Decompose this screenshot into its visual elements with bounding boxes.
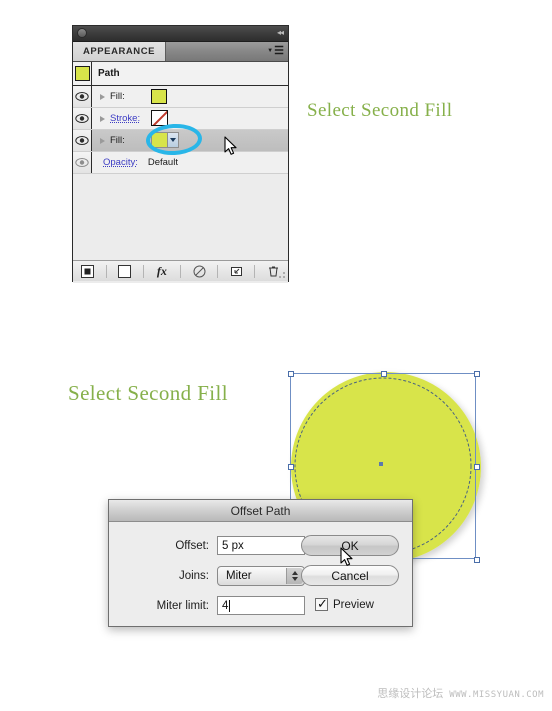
toolbar-divider [105,264,107,278]
screenshot-canvas: ◂◂ APPEARANCE ▼ ☰ Path Fill: Stroke: Fil… [0,0,552,711]
joins-field-row: Joins: Miter [139,566,305,586]
selection-handle-top-left[interactable] [287,370,294,377]
miter-limit-input[interactable]: 4 [217,596,305,615]
add-new-effect-button[interactable]: fx [151,263,173,279]
resize-grip-icon[interactable] [279,272,286,279]
offset-input[interactable]: 5 px [217,536,305,555]
duplicate-item-button[interactable] [225,263,247,279]
clear-appearance-button[interactable] [188,263,210,279]
dialog-title-label: Offset Path [230,503,291,518]
appearance-row-stroke[interactable]: Stroke: [73,108,288,130]
watermark-en: WWW.MISSYUAN.COM [449,690,544,700]
add-new-stroke-button[interactable] [77,263,99,279]
dialog-titlebar[interactable]: Offset Path [109,500,412,522]
eye-icon [75,136,89,146]
visibility-toggle-opacity[interactable] [73,152,92,173]
selection-handle-middle-right[interactable] [473,463,480,470]
stroke-none-swatch[interactable] [151,110,168,126]
preview-label: Preview [333,598,374,611]
watermark-cn: 思缘设计论坛 [377,687,444,700]
selection-handle-middle-left[interactable] [287,463,294,470]
visibility-toggle-fill-1[interactable] [73,86,92,107]
panel-footer-toolbar: fx [73,260,288,281]
path-label: Path [98,68,120,79]
chevron-down-icon [292,577,298,581]
path-thumbnail [74,66,90,81]
watermark: 思缘设计论坛 WWW.MISSYUAN.COM [377,685,544,701]
visibility-toggle-fill-2[interactable] [73,130,92,151]
panel-body: Path Fill: Stroke: Fill: Opacity: Defaul… [73,62,288,283]
offset-input-value: 5 px [222,539,244,552]
appearance-row-opacity[interactable]: Opacity: Default [73,152,288,174]
opacity-value: Default [147,157,178,168]
none-slash-icon [152,111,167,125]
offset-label: Offset: [175,539,209,552]
miter-limit-input-value: 4 [222,599,229,612]
collapse-arrows-icon[interactable]: ◂◂ [277,29,284,37]
offset-field-row: Offset: 5 px [139,536,305,555]
tab-appearance-label: APPEARANCE [83,46,156,57]
joins-label: Joins: [178,570,209,582]
fill-2-color-swatch [152,133,167,147]
shape-center-point [379,462,383,466]
selection-handle-bottom-right[interactable] [473,556,480,563]
offset-path-dialog: Offset Path Offset: 5 px Joins: Miter Mi… [108,499,413,627]
panel-titlebar[interactable]: ◂◂ [73,26,288,42]
add-new-fill-button[interactable] [114,263,136,279]
eye-icon [75,114,89,124]
appearance-header-row[interactable]: Path [73,62,288,86]
appearance-row-fill-2[interactable]: Fill: [73,130,288,152]
toolbar-divider [217,264,219,278]
toolbar-divider [179,264,181,278]
cancel-button-label: Cancel [331,568,369,583]
selection-handle-top-center[interactable] [380,370,387,377]
panel-tab-row: APPEARANCE ▼ ☰ [73,42,288,62]
dialog-body: Offset: 5 px Joins: Miter Miter limit: 4… [109,522,412,627]
ok-button-label: OK [341,538,359,553]
selection-handle-top-right[interactable] [473,370,480,377]
chevron-up-icon [292,571,298,575]
fill-2-dropdown-button[interactable] [167,133,178,147]
ok-button[interactable]: OK [301,535,399,556]
appearance-panel: ◂◂ APPEARANCE ▼ ☰ Path Fill: Stroke: Fil… [72,25,289,283]
tab-appearance[interactable]: APPEARANCE [73,42,167,61]
annotation-text-bottom: Select Second Fill [68,381,229,405]
fill-2-color-dropdown[interactable] [151,132,179,148]
joins-select[interactable]: Miter [217,566,305,586]
opacity-label[interactable]: Opacity: [103,157,138,168]
visibility-toggle-stroke[interactable] [73,108,92,129]
panel-empty-area [73,174,288,254]
panel-menu-triangle-icon: ▼ [267,48,274,54]
panel-menu-icon[interactable]: ▼ ☰ [267,45,284,57]
toolbar-divider [254,264,256,278]
preview-checkbox[interactable]: ✓ [315,596,328,611]
fill-1-color-swatch[interactable] [151,89,167,104]
panel-dot-icon [77,28,87,38]
eye-icon [75,92,89,102]
preview-checkbox-row[interactable]: ✓ Preview [315,596,374,611]
disclosure-triangle-icon[interactable] [100,115,105,122]
panel-menu-bars-icon: ☰ [274,45,284,57]
stroke-label[interactable]: Stroke: [110,113,140,124]
disclosure-triangle-icon[interactable] [100,137,105,144]
annotation-text-top: Select Second Fill [307,100,453,121]
chevron-down-icon [170,138,176,142]
cancel-button[interactable]: Cancel [301,565,399,586]
fill-2-label: Fill: [110,135,125,146]
path-thumbnail-cell [73,62,92,85]
appearance-row-fill-1[interactable]: Fill: [73,86,288,108]
joins-select-value: Miter [226,570,252,582]
eye-icon [75,158,89,168]
disclosure-triangle-icon[interactable] [100,93,105,100]
miter-limit-label: Miter limit: [156,599,209,612]
miter-limit-field-row: Miter limit: 4 [119,596,305,615]
checkmark-icon: ✓ [317,596,328,611]
fill-1-label: Fill: [110,91,125,102]
toolbar-divider [142,264,144,278]
text-caret [229,599,231,612]
